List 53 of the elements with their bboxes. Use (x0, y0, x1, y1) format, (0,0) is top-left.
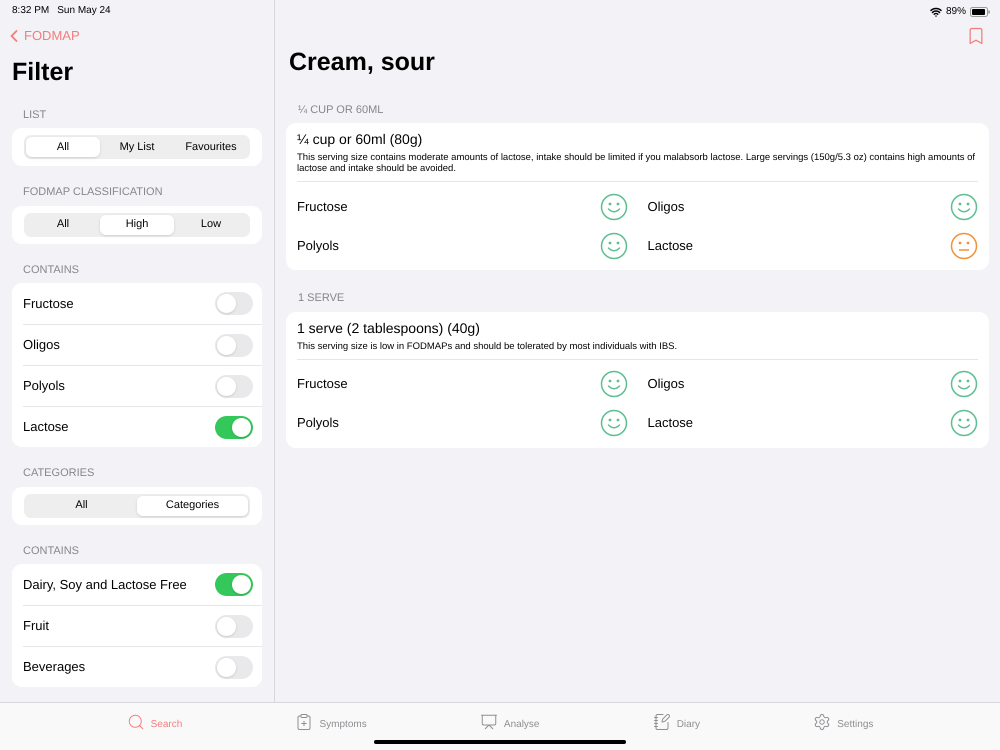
status-date: Sun May 24 (57, 4, 111, 18)
filter-label: Beverages (23, 658, 86, 676)
toggle-switch[interactable] (215, 656, 253, 678)
filter-label: Lactose (23, 418, 69, 436)
section-header: ¼ CUP OR 60ML (297, 102, 384, 118)
fodmap-label: Polyols (297, 414, 339, 432)
segment-option[interactable]: Favourites (174, 137, 248, 157)
food-title: Cream, sour (288, 47, 436, 78)
segment-option[interactable]: Categories (137, 496, 248, 516)
battery-percent: 89% (946, 5, 966, 19)
toggle-switch[interactable] (215, 292, 253, 315)
segment-option[interactable]: My List (100, 137, 174, 157)
chart-board-icon (480, 713, 498, 731)
battery-icon (970, 6, 990, 16)
serving-title: ¼ cup or 60ml (80g) (297, 130, 424, 149)
fodmap-label: Polyols (297, 236, 339, 255)
filter-label: Fruit (23, 617, 49, 636)
filter-label: Fructose (23, 294, 74, 313)
segment-option[interactable]: All (26, 137, 100, 157)
fodmap-label: Fructose (297, 375, 348, 394)
section-header: CATEGORIES (22, 466, 96, 481)
section-header: 1 SERVE (297, 291, 346, 306)
serving-description: This serving size is low in FODMAPs and should be tolerated by most individuals with IBS. (297, 340, 678, 352)
notebook-icon (652, 713, 671, 731)
settings-icon (813, 713, 832, 731)
sidebar-title: Filter (11, 57, 74, 88)
toggle-switch[interactable] (215, 334, 253, 356)
search-icon (126, 713, 145, 731)
wifi-icon (930, 6, 942, 18)
filter-label: Oligos (23, 336, 60, 354)
fodmap-label: Lactose (648, 414, 694, 432)
serving-title: 1 serve (2 tablespoons) (40g) (297, 318, 481, 338)
segment-option[interactable]: All (26, 496, 137, 516)
clipboard-icon (295, 713, 314, 731)
fodmap-label: Oligos (648, 198, 684, 216)
toggle-switch[interactable] (215, 573, 253, 596)
section-header: FODMAP CLASSIFICATION (22, 185, 164, 200)
toggle-switch[interactable] (215, 416, 253, 438)
filter-label: Dairy, Soy and Lactose Free (23, 576, 187, 594)
segment-option[interactable]: High (100, 214, 174, 234)
segment-option[interactable]: All (26, 214, 100, 234)
section-header: CONTAINS (22, 544, 80, 558)
fodmap-label: Fructose (297, 198, 348, 216)
toggle-switch[interactable] (215, 374, 253, 398)
segment-option[interactable]: Low (174, 214, 248, 234)
filter-label: Polyols (23, 377, 65, 396)
status-time: 8:32 PM (12, 4, 50, 18)
section-header: CONTAINS (22, 262, 80, 278)
serving-description: This serving size contains moderate amounts of lactose, intake should be limited if you malabsorb lactose. Large servings (150g/5.3 oz) contains high amounts of lactose and intake should be avoided. (297, 152, 976, 174)
toggle-switch[interactable] (215, 614, 253, 638)
section-header: LIST (22, 108, 48, 122)
fodmap-label: Oligos (648, 375, 684, 394)
fodmap-label: Lactose (648, 236, 694, 255)
